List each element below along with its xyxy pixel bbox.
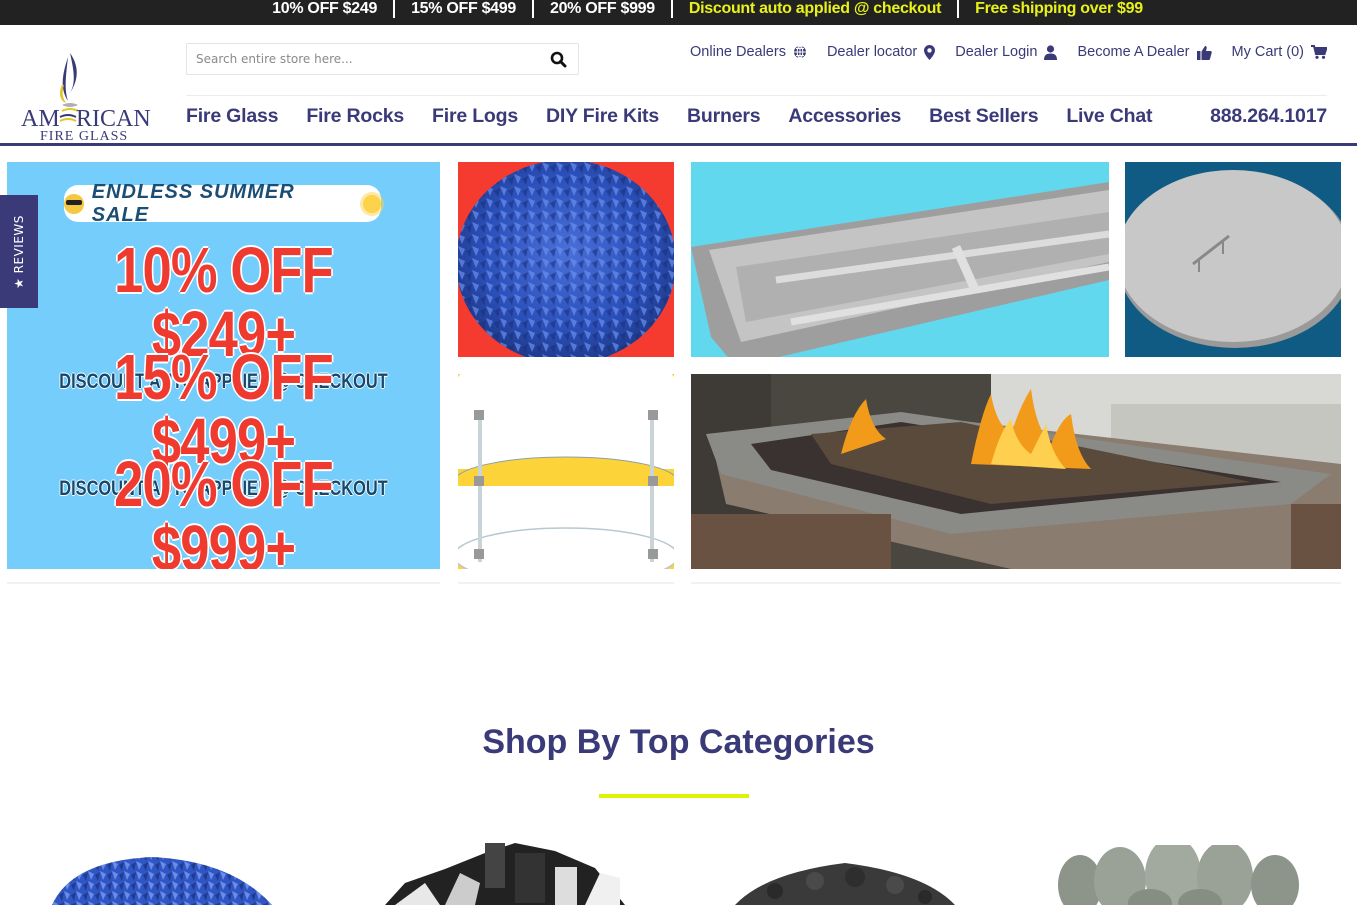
search-icon [550, 51, 566, 67]
nav-best-sellers[interactable]: Best Sellers [929, 105, 1038, 128]
cart-link[interactable]: My Cart (0) [1231, 44, 1327, 60]
search-input[interactable] [187, 44, 538, 74]
cart-icon [1311, 45, 1327, 59]
sun-icon [363, 194, 381, 213]
fire-balls-thumbnail [1058, 837, 1299, 910]
utility-nav: Online Dealers Dealer locator Dealer Log… [690, 44, 1327, 60]
nav-fire-rocks[interactable]: Fire Rocks [306, 105, 404, 128]
dealer-locator-link[interactable]: Dealer locator [826, 44, 936, 60]
blue-glass-thumbnail [52, 857, 272, 905]
hero-collage: ENDLESS SUMMER SALE 10% OFF $249+ DISCOU… [0, 161, 1357, 591]
thumbs-up-icon [1196, 45, 1212, 60]
offer-3-big: 20% OFF $999+ [114, 448, 334, 569]
user-icon [1044, 44, 1058, 60]
nav-fire-logs[interactable]: Fire Logs [432, 105, 518, 128]
dealer-locator-label: Dealer locator [826, 44, 918, 60]
sale-headline: ENDLESS SUMMER SALE [91, 180, 295, 226]
hero-divider [458, 582, 674, 584]
lava-rock-thumbnail [735, 863, 955, 905]
lid-tile[interactable] [1125, 162, 1341, 357]
map-marker-icon [924, 44, 936, 60]
burner-pan-image [691, 182, 1109, 357]
search-button[interactable] [538, 44, 578, 74]
section-title-underline [599, 794, 749, 798]
hero-divider [7, 582, 440, 584]
nav-accessories[interactable]: Accessories [788, 105, 901, 128]
search-bar [186, 43, 579, 75]
online-dealers-link[interactable]: Online Dealers [690, 44, 807, 60]
reflective-glass-category[interactable] [385, 843, 625, 905]
brand-name-line2: FIRE GLASS [40, 129, 128, 144]
dealer-login-label: Dealer Login [955, 44, 1038, 60]
promo-item: 20% OFF $999 [549, 0, 655, 17]
promo-item: Discount auto applied @ checkout [688, 0, 942, 17]
burner-tile[interactable] [691, 162, 1109, 357]
wind-guard-image [458, 374, 674, 569]
fire-glass-category[interactable] [52, 851, 272, 905]
fire-pit-tile[interactable] [691, 374, 1341, 569]
main-nav: Fire Glass Fire Rocks Fire Logs DIY Fire… [186, 105, 1180, 128]
section-title-light: Shop By [482, 723, 630, 761]
globe-icon [793, 45, 806, 59]
phone-number[interactable]: 888.264.1017 [1210, 105, 1327, 128]
header-divider [186, 95, 1327, 96]
promo-item: Free shipping over $99 [975, 0, 1143, 17]
wind-guard-tile[interactable] [458, 374, 674, 569]
promo-item: 15% OFF $499 [411, 0, 516, 17]
logo[interactable]: AM RICAN FIRE GLASS [20, 45, 160, 145]
promo-bar: 10% OFF $249 15% OFF $499 20% OFF $999 D… [0, 0, 1357, 25]
hero-divider [691, 582, 1341, 584]
nav-live-chat[interactable]: Live Chat [1066, 105, 1152, 128]
fire-balls-category[interactable] [1055, 837, 1315, 910]
cart-label: My Cart (0) [1231, 44, 1305, 60]
reflective-glass-thumbnail [385, 843, 625, 905]
burner-cover-image [1125, 170, 1341, 348]
nav-burners[interactable]: Burners [687, 105, 761, 128]
site-header: AM RICAN FIRE GLASS Online Dealers Deale [0, 25, 1357, 146]
fire-glass-tile[interactable] [458, 162, 674, 357]
section-title: Shop By Top Categories [0, 723, 1357, 762]
become-dealer-label: Become A Dealer [1077, 44, 1190, 60]
sale-banner[interactable]: ENDLESS SUMMER SALE 10% OFF $249+ DISCOU… [7, 162, 440, 569]
sale-headline-pill: ENDLESS SUMMER SALE [64, 181, 381, 226]
fire-glass-image [458, 162, 674, 357]
online-dealers-label: Online Dealers [690, 44, 786, 60]
section-title-bold: Top Categories [629, 723, 875, 761]
category-grid [0, 837, 1357, 910]
nav-fire-glass[interactable]: Fire Glass [186, 105, 279, 128]
become-dealer-link[interactable]: Become A Dealer [1077, 44, 1212, 60]
dealer-login-link[interactable]: Dealer Login [955, 44, 1058, 60]
sunglasses-emoji-icon [64, 193, 84, 214]
lava-rock-category[interactable] [735, 855, 955, 905]
flame-logo-icon: AM RICAN FIRE GLASS [21, 53, 151, 144]
reviews-tab[interactable]: ★ REVIEWS [0, 195, 38, 308]
fire-table-image [691, 374, 1341, 569]
reviews-tab-label: ★ REVIEWS [12, 214, 26, 289]
offer-3: 20% OFF $999+ DISCOUNT AUTO APPLIED @ CH… [7, 452, 440, 569]
promo-item: 10% OFF $249 [272, 0, 378, 17]
nav-diy-fire-kits[interactable]: DIY Fire Kits [546, 105, 659, 128]
